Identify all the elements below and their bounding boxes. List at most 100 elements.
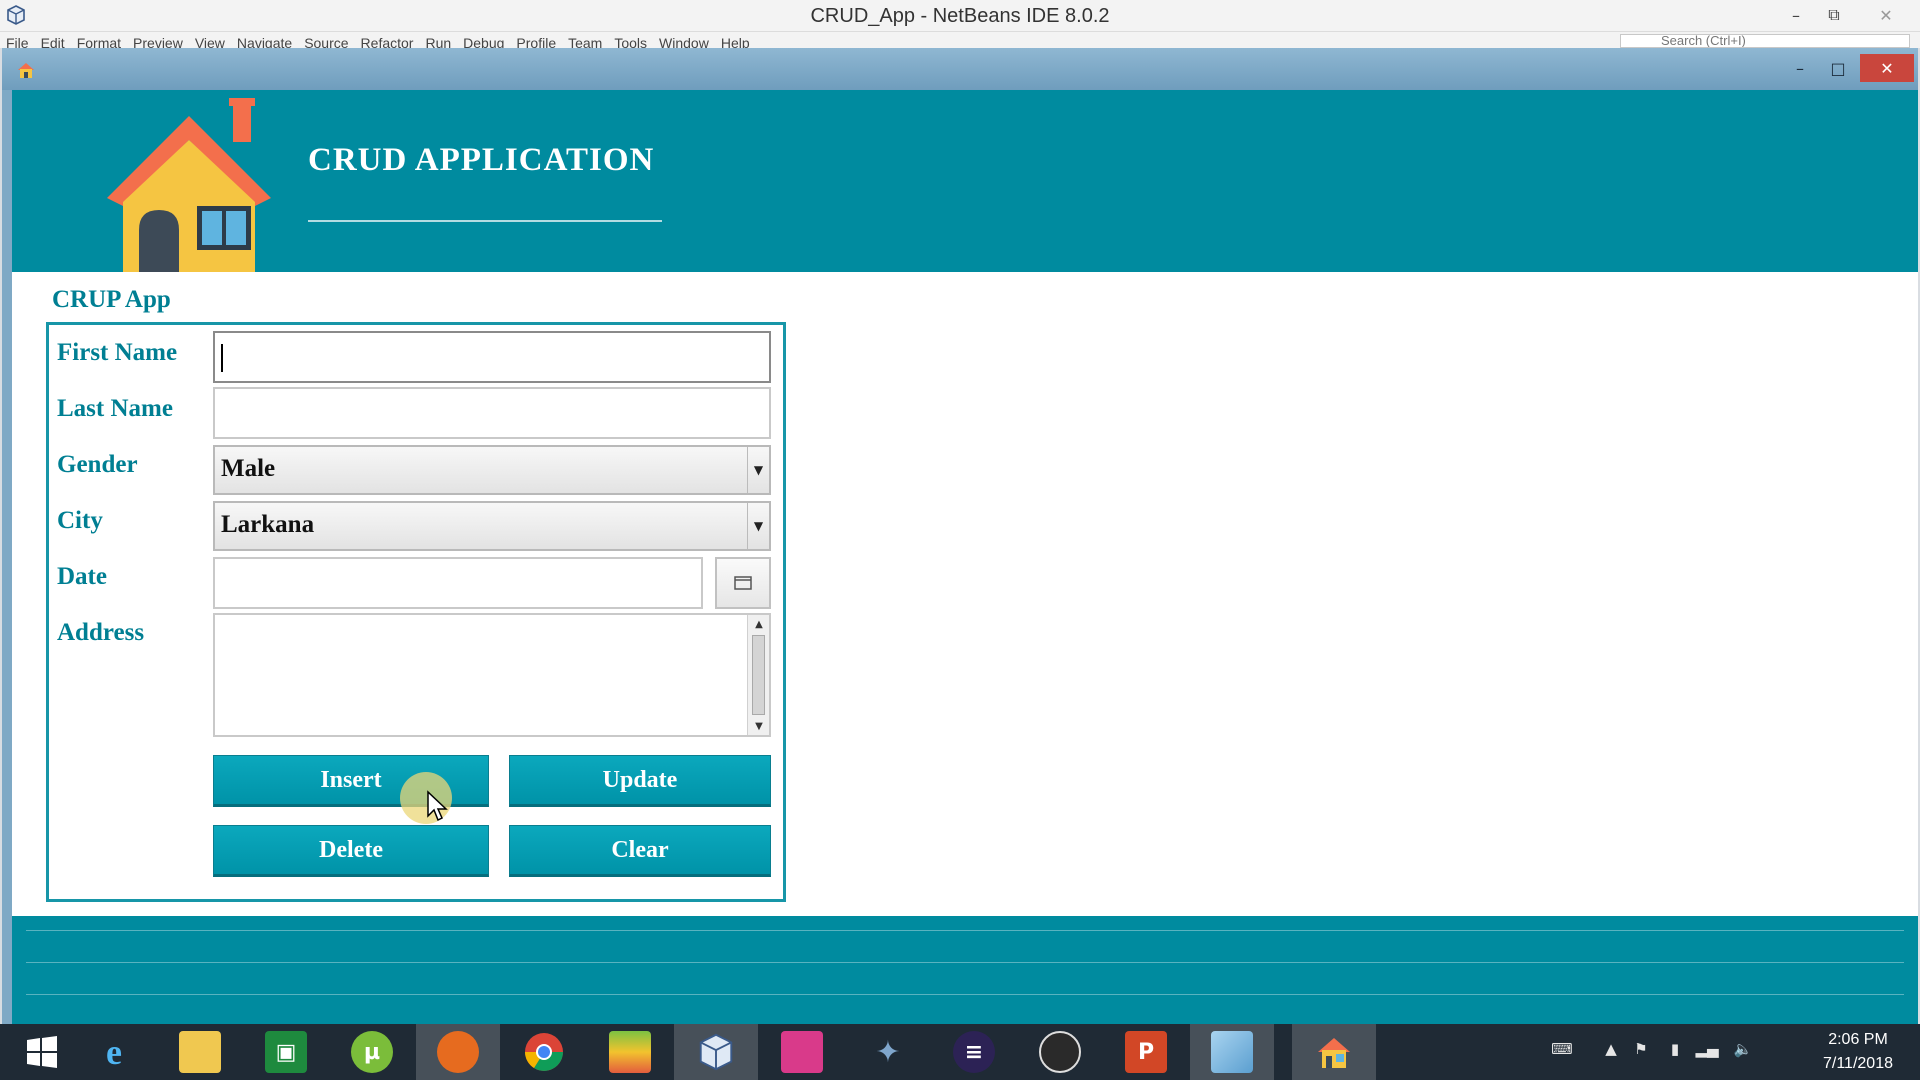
crud-app-window: – □ ✕ CRUD APPLICATION CRUP App First Na… xyxy=(2,48,1918,1024)
books-icon xyxy=(609,1031,651,1073)
app-footer xyxy=(12,916,1918,1024)
clock[interactable]: 2:06 PM 7/11/2018 xyxy=(1808,1028,1908,1076)
last-name-input[interactable] xyxy=(213,387,771,439)
city-label: City xyxy=(57,507,103,534)
menu-run[interactable]: Run xyxy=(425,35,451,48)
footer-divider xyxy=(26,930,1904,931)
netbeans-cube-icon xyxy=(699,1033,733,1071)
menu-edit[interactable]: Edit xyxy=(41,35,65,48)
update-button[interactable]: Update xyxy=(509,755,771,807)
app-content: CRUP App First Name Last Name Gender Mal… xyxy=(12,272,1918,916)
address-scrollbar[interactable]: ▲ ▼ xyxy=(747,615,769,735)
chevron-up-icon[interactable]: ▲ xyxy=(1598,1040,1624,1062)
city-selected-value: Larkana xyxy=(221,511,315,538)
powerpoint-icon: P xyxy=(1125,1031,1167,1073)
app-heading: CRUD APPLICATION xyxy=(308,142,655,178)
taskbar-mysql[interactable]: ✦ xyxy=(846,1024,930,1080)
taskbar-store[interactable]: ▣ xyxy=(244,1024,328,1080)
text-caret xyxy=(221,344,223,372)
menu-help[interactable]: Help xyxy=(721,35,750,48)
ide-restore-button[interactable]: ⧉ xyxy=(1810,0,1858,30)
app-maximize-button[interactable]: □ xyxy=(1816,54,1860,82)
clock-time: 2:06 PM xyxy=(1828,1031,1888,1048)
menu-debug[interactable]: Debug xyxy=(463,35,504,48)
windows-logo-icon xyxy=(27,1036,57,1068)
chevron-down-icon[interactable]: ▼ xyxy=(747,447,769,493)
heading-underline xyxy=(308,220,662,222)
menu-window[interactable]: Window xyxy=(659,35,709,48)
keyboard-icon[interactable]: ⌨ xyxy=(1540,1040,1584,1062)
app-header: CRUD APPLICATION xyxy=(12,90,1918,272)
taskbar: e ▣ µ ✦ ≡ P ⌨ ▲ ⚑ ▮ ▂▄ 🔈 2:06 PM 7/11/20… xyxy=(0,1024,1920,1080)
menu-file[interactable]: File xyxy=(6,35,29,48)
scroll-thumb[interactable] xyxy=(752,635,765,715)
battery-icon[interactable]: ▮ xyxy=(1662,1040,1688,1062)
signal-icon[interactable]: ▂▄ xyxy=(1694,1040,1720,1062)
date-input[interactable] xyxy=(213,557,703,609)
menu-view[interactable]: View xyxy=(195,35,225,48)
footer-divider xyxy=(26,962,1904,963)
ide-close-button[interactable]: ✕ xyxy=(1862,0,1910,30)
system-tray: ⌨ ▲ ⚑ ▮ ▂▄ 🔈 2:06 PM 7/11/2018 xyxy=(1540,1024,1920,1080)
folder-icon xyxy=(179,1031,221,1073)
last-name-label: Last Name xyxy=(57,395,173,422)
app-close-button[interactable]: ✕ xyxy=(1860,54,1914,82)
chrome-icon xyxy=(525,1033,563,1071)
flag-icon[interactable]: ⚑ xyxy=(1628,1040,1654,1062)
menu-team[interactable]: Team xyxy=(568,35,602,48)
menu-refactor[interactable]: Refactor xyxy=(361,35,414,48)
clock-date: 7/11/2018 xyxy=(1823,1055,1893,1072)
home-icon xyxy=(18,63,34,78)
firefox-icon xyxy=(437,1031,479,1073)
panel-title: CRUP App xyxy=(52,286,171,313)
city-select[interactable]: Larkana ▼ xyxy=(213,501,771,551)
first-name-label: First Name xyxy=(57,339,178,366)
calendar-icon xyxy=(734,576,752,590)
taskbar-books[interactable] xyxy=(588,1024,672,1080)
menu-profile[interactable]: Profile xyxy=(516,35,556,48)
address-textarea[interactable]: ▲ ▼ xyxy=(213,613,771,737)
house-logo-icon xyxy=(107,98,271,272)
taskbar-crud-app[interactable] xyxy=(1292,1024,1376,1080)
taskbar-pink-app[interactable] xyxy=(760,1024,844,1080)
taskbar-file-explorer[interactable] xyxy=(158,1024,242,1080)
scroll-down-icon[interactable]: ▼ xyxy=(748,717,770,735)
internet-explorer-icon: e xyxy=(106,1032,122,1072)
ide-window-title: CRUD_App - NetBeans IDE 8.0.2 xyxy=(810,5,1110,27)
menu-source[interactable]: Source xyxy=(304,35,348,48)
pink-app-icon xyxy=(781,1031,823,1073)
taskbar-chrome[interactable] xyxy=(502,1024,586,1080)
mouse-pointer-icon xyxy=(427,790,448,822)
menu-tools[interactable]: Tools xyxy=(614,35,647,48)
gender-selected-value: Male xyxy=(221,455,276,482)
taskbar-internet-explorer[interactable]: e xyxy=(72,1024,156,1080)
gender-select[interactable]: Male ▼ xyxy=(213,445,771,495)
taskbar-obs[interactable] xyxy=(1018,1024,1102,1080)
taskbar-powerpoint[interactable]: P xyxy=(1104,1024,1188,1080)
obs-icon xyxy=(1039,1031,1081,1073)
first-name-input[interactable] xyxy=(213,331,771,383)
date-picker-button[interactable] xyxy=(715,557,771,609)
taskbar-utorrent[interactable]: µ xyxy=(330,1024,414,1080)
delete-button[interactable]: Delete xyxy=(213,825,489,877)
taskbar-notepad[interactable] xyxy=(1190,1024,1274,1080)
menu-navigate[interactable]: Navigate xyxy=(237,35,292,48)
speaker-icon[interactable]: 🔈 xyxy=(1730,1040,1756,1062)
home-icon xyxy=(1318,1038,1350,1068)
dolphin-icon: ✦ xyxy=(875,1034,901,1070)
menu-preview[interactable]: Preview xyxy=(133,35,183,48)
ide-search-input[interactable]: Search (Ctrl+I) xyxy=(1620,34,1910,48)
eclipse-icon: ≡ xyxy=(953,1031,995,1073)
utorrent-icon: µ xyxy=(351,1031,393,1073)
scroll-up-icon[interactable]: ▲ xyxy=(748,615,770,633)
menu-format[interactable]: Format xyxy=(77,35,121,48)
taskbar-eclipse[interactable]: ≡ xyxy=(932,1024,1016,1080)
notepad-icon xyxy=(1211,1031,1253,1073)
date-label: Date xyxy=(57,563,107,590)
taskbar-firefox[interactable] xyxy=(416,1024,500,1080)
ide-title-bar: CRUD_App - NetBeans IDE 8.0.2 – ⧉ ✕ xyxy=(0,0,1920,32)
chevron-down-icon[interactable]: ▼ xyxy=(747,503,769,549)
clear-button[interactable]: Clear xyxy=(509,825,771,877)
taskbar-netbeans[interactable] xyxy=(674,1024,758,1080)
gender-label: Gender xyxy=(57,451,138,478)
